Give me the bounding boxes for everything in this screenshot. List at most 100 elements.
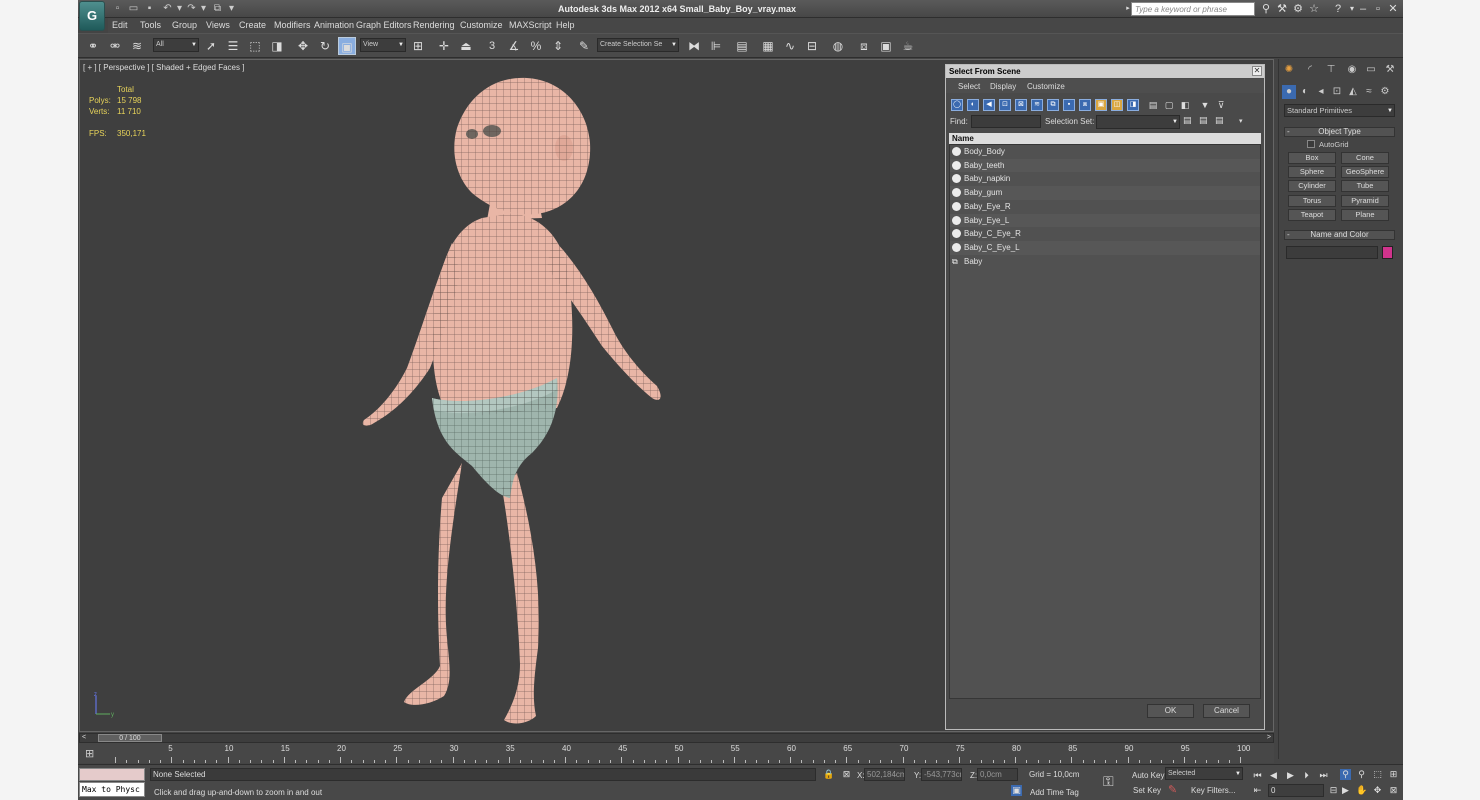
pivot-center-icon[interactable]: ⊞ [409, 37, 427, 55]
scene-object-row[interactable]: Baby_Eye_R [950, 200, 1260, 214]
favorites-icon[interactable]: ☆ [1307, 2, 1321, 16]
autogrid-checkbox[interactable] [1307, 140, 1315, 148]
menu-maxscript[interactable]: MAXScript [509, 20, 552, 30]
mirror-icon[interactable]: ⧓ [685, 37, 703, 55]
selection-lock-icon[interactable]: 🔒 [823, 769, 834, 780]
material-editor-icon[interactable]: ◍ [829, 37, 847, 55]
primitive-category-dropdown[interactable]: Standard Primitives [1284, 104, 1395, 117]
key-mode-dropdown[interactable]: Selected [1165, 767, 1243, 780]
display-helpers-icon[interactable]: ⊠ [1015, 99, 1027, 111]
display-none-icon[interactable]: ▢ [1163, 99, 1175, 111]
snaps-toggle-icon[interactable]: 3 [483, 37, 501, 55]
scene-object-row[interactable]: Baby_teeth [950, 158, 1260, 173]
maximize-icon[interactable]: ▫ [1371, 2, 1385, 16]
display-panel-icon[interactable]: ▭ [1364, 63, 1378, 77]
time-slider-next-icon[interactable]: > [1267, 734, 1271, 742]
time-slider-track[interactable]: < 0 / 100 > [79, 733, 1274, 743]
save-file-icon[interactable]: ▪ [144, 3, 155, 14]
pyramid-button[interactable]: Pyramid [1341, 195, 1389, 207]
maximize-viewport-icon[interactable]: ⊠ [1388, 785, 1399, 796]
key-filters-button[interactable]: Key Filters... [1191, 786, 1235, 795]
viewport-label[interactable]: [ + ] [ Perspective ] [ Shaded + Edged F… [83, 63, 244, 72]
filter-options-icon[interactable]: ⊽ [1215, 99, 1227, 111]
time-configuration-icon[interactable]: ⊟ [1328, 785, 1339, 796]
plane-button[interactable]: Plane [1341, 209, 1389, 221]
search-input[interactable]: Type a keyword or phrase [1131, 2, 1255, 16]
hierarchy-panel-icon[interactable]: ⊤ [1324, 63, 1338, 77]
teapot-button[interactable]: Teapot [1288, 209, 1336, 221]
go-to-end-icon[interactable]: ⏭ [1318, 770, 1329, 781]
object-color-swatch[interactable] [1382, 246, 1393, 259]
binoculars-icon[interactable]: ⚲ [1259, 2, 1273, 16]
curve-editor-icon[interactable]: ∿ [781, 37, 799, 55]
find-input[interactable] [971, 115, 1041, 128]
move-icon[interactable]: ✥ [294, 37, 312, 55]
display-shapes-icon[interactable]: ◐ [967, 99, 979, 111]
object-type-rollout[interactable]: - Object Type [1284, 127, 1395, 137]
geometry-category-icon[interactable]: ● [1282, 85, 1296, 99]
add-time-tag[interactable]: Add Time Tag [1030, 788, 1079, 797]
undo-icon[interactable]: ↶ [162, 3, 173, 14]
display-xrefs-icon[interactable]: ▪ [1063, 99, 1075, 111]
select-object-icon[interactable]: ➚ [202, 37, 220, 55]
shapes-category-icon[interactable]: ◐ [1298, 85, 1312, 99]
select-and-link-icon[interactable]: ⚭ [84, 37, 102, 55]
graphite-modeling-icon[interactable]: ▦ [759, 37, 777, 55]
select-none-icon[interactable]: ▤ [1199, 115, 1211, 126]
scene-object-row[interactable]: Baby_C_Eye_L [950, 240, 1260, 255]
display-hidden-icon[interactable]: ◨ [1127, 99, 1139, 111]
zoom-all-icon[interactable]: ⚲ [1356, 769, 1367, 780]
reference-coordinate-dropdown[interactable]: View [360, 38, 406, 52]
cone-button[interactable]: Cone [1341, 152, 1389, 164]
menu-graph-editors[interactable]: Graph Editors [356, 20, 412, 30]
helpers-category-icon[interactable]: ◭ [1346, 85, 1360, 99]
display-groups-icon[interactable]: ⧉ [1047, 99, 1059, 111]
modify-panel-icon[interactable]: ◜ [1303, 63, 1317, 77]
sphere-button[interactable]: Sphere [1288, 166, 1336, 178]
z-coord-field[interactable]: 0,0cm [977, 768, 1018, 781]
next-frame-icon[interactable]: ⏵ [1301, 770, 1312, 781]
select-manipulate-icon[interactable]: ✛ [435, 37, 453, 55]
display-geometry-icon[interactable]: ◯ [951, 99, 963, 111]
communication-center-icon[interactable]: ⚙ [1291, 2, 1305, 16]
name-and-color-rollout[interactable]: - Name and Color [1284, 230, 1395, 240]
schematic-view-icon[interactable]: ⊟ [803, 37, 821, 55]
unlink-icon[interactable]: ⚮ [106, 37, 124, 55]
minimize-icon[interactable]: – [1356, 2, 1370, 16]
baby-mesh-model[interactable] [342, 68, 692, 728]
zoom-extents-all-icon[interactable]: ⊞ [1388, 769, 1399, 780]
dialog-menu-display[interactable]: Display [990, 82, 1016, 91]
motion-panel-icon[interactable]: ◉ [1345, 63, 1359, 77]
name-column-header[interactable]: Name [949, 133, 1261, 144]
lights-category-icon[interactable]: ◂ [1314, 85, 1328, 99]
spinner-snap-icon[interactable]: ⇕ [549, 37, 567, 55]
menu-views[interactable]: Views [206, 20, 230, 30]
previous-frame-icon[interactable]: ◀ [1268, 770, 1279, 781]
open-file-icon[interactable]: ▭ [128, 3, 139, 14]
render-production-icon[interactable]: ☕ [899, 37, 917, 55]
maxscript-mini-listener-top[interactable] [79, 768, 145, 781]
dialog-menu-select[interactable]: Select [958, 82, 980, 91]
window-crossing-icon[interactable]: ◨ [268, 37, 286, 55]
select-all-icon[interactable]: ▤ [1183, 115, 1195, 126]
field-of-view-icon[interactable]: ▶ [1340, 785, 1351, 796]
cylinder-button[interactable]: Cylinder [1288, 180, 1336, 192]
zoom-extents-icon[interactable]: ⬚ [1372, 769, 1383, 780]
keyboard-shortcut-override-icon[interactable]: ⏏ [457, 37, 475, 55]
render-setup-icon[interactable]: ⧈ [855, 37, 873, 55]
selection-filter-dropdown[interactable]: All [153, 38, 199, 52]
close-icon[interactable]: ✕ [1386, 2, 1400, 16]
menu-create[interactable]: Create [239, 20, 266, 30]
dialog-menu-customize[interactable]: Customize [1027, 82, 1065, 91]
object-name-input[interactable] [1286, 246, 1378, 259]
display-containers-icon[interactable]: ▣ [1095, 99, 1107, 111]
scene-object-row[interactable]: Baby_gum [950, 186, 1260, 200]
menu-rendering[interactable]: Rendering [413, 20, 455, 30]
new-file-icon[interactable]: ▫ [112, 3, 123, 14]
set-key-button[interactable]: Set Key [1133, 786, 1161, 795]
quick-access-dropdown-icon[interactable]: ▾ [226, 3, 237, 14]
cancel-button[interactable]: Cancel [1203, 704, 1250, 718]
current-frame-field[interactable]: 0 [1268, 784, 1324, 797]
menu-tools[interactable]: Tools [140, 20, 161, 30]
menu-help[interactable]: Help [556, 20, 575, 30]
